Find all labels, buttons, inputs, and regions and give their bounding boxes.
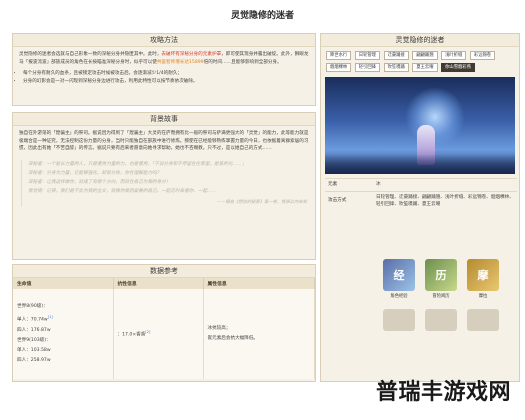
reward-placeholder-icon[interactable] (425, 309, 457, 331)
info-panel: 灵觉隐修的迷者 降世水行 日轮管理 迁豪踊接 翩翩踊翘 浅叶折缝 彩远锦卷 烟烟… (320, 33, 520, 382)
strategy-bullets: 每个分身有耐久的血条，且被锁定攻击时候被攻击后，会逐渐减少1/4的耐久； 分身的… (13, 70, 315, 85)
page-title: 灵觉隐修的迷者 (230, 11, 294, 21)
info-row: 元素 冰 (325, 178, 517, 191)
hp-line: 四人：176.87w (17, 327, 51, 333)
boss-portrait (325, 77, 515, 174)
mora-icon: 摩 (467, 259, 499, 291)
adventure-exp-icon: 历 (425, 259, 457, 291)
site-watermark: 普瑞丰游戏网 (375, 380, 511, 405)
col-header-hp: 生命值 (13, 278, 114, 289)
hp-line: 单人：103.58w (17, 347, 51, 353)
strategy-text-part: 倍的时间……且能够影响到全部分身。 (203, 59, 282, 65)
tag-button[interactable]: 迁豪踊接 (383, 51, 409, 60)
strategy-panel: 攻略方法 灵觉隐修的迷者会选就与自己形象一致的深秘分身并隐匿其中。此时，去破坏有… (12, 33, 316, 106)
info-value: 日轮管理、迁豪踊接、翩翩踊翘、浅叶折缝、彩远锦卷、烟烟棵林、轻引回锋、吹笙嗫踊、… (373, 190, 517, 211)
col-header-res: 抗性信息 (113, 278, 204, 289)
col-header-attr: 属性信息 (203, 278, 315, 289)
res-cell: ：17.0×香香[2] (113, 289, 204, 379)
character-exp-icon: 经 (383, 259, 415, 291)
hp-line: 世界8(90级)： (17, 304, 48, 310)
hp-value: 单人：70.74w (17, 317, 48, 323)
data-table: 生命值 抗性信息 属性信息 世界8(90级)： 单人：70.74w[1] 四人：… (13, 278, 315, 379)
tag-button[interactable]: 吹笙嗫踊 (383, 63, 409, 72)
strategy-highlight-red: 去破坏有深秘分身的元素护罩 (161, 52, 222, 57)
story-header: 背景故事 (13, 113, 315, 126)
info-row: 攻击方式 日轮管理、迁豪踊接、翩翩踊翘、浅叶折缝、彩远锦卷、烟烟棵林、轻引回锋、… (325, 190, 517, 211)
res-value: ：17.0×香香 (117, 332, 146, 338)
tag-button[interactable]: 轻引回锋 (354, 63, 380, 72)
attr-line: 冰抗较高； (207, 326, 231, 331)
tag-grid: 降世水行 日轮管理 迁豪踊接 翩翩踊翘 浅叶折缝 彩远锦卷 烟烟棵林 轻引回锋 … (321, 47, 519, 77)
tag-button[interactable]: 翩翩踊翘 (412, 51, 438, 60)
info-table: 元素 冰 攻击方式 日轮管理、迁豪踊接、翩翩踊翘、浅叶折缝、彩远锦卷、烟烟棵林、… (325, 178, 517, 211)
reward-card[interactable]: 经 角色经验 (381, 259, 417, 299)
reward-card[interactable]: 历 冒险阅历 (423, 259, 459, 299)
data-header: 数据参考 (13, 265, 315, 278)
reward-label: 角色经验 (390, 294, 408, 299)
story-text: 独自在外游荡的「煌骗主」的祭司。据说因为得到了「煌骗主」大灵的在庐而拥有比一般的… (19, 131, 309, 152)
scene-ground (325, 154, 515, 174)
strategy-bullet: 分身的幻影会是一对一闪现到深秘分身边进行攻击，利用此特性可以按节奏依次破除。 (23, 78, 309, 86)
reward-placeholder-icon[interactable] (467, 309, 499, 331)
quote-line: 我觉得：记得，我们是不会为我的全文，就像你我后面要的自己，一起见时来看你，一起…… (28, 188, 217, 194)
quote-line: 深秘者：一个能长力量的人，只是使用力量的力，也是使用，「不说分身和不停留在在家里… (28, 161, 247, 167)
tag-button[interactable]: 降世水行 (326, 51, 352, 60)
reward-label: 摩拉 (478, 294, 488, 299)
attr-cell: 冰抗较高； 嵌元素后会抗大幅降低。 (203, 289, 315, 379)
quote-line: 深秘者：分身为力量，它能够强化，却很分体，你在理解能力吗？ (28, 170, 162, 176)
tag-button[interactable]: 烟烟棵林 (326, 63, 352, 72)
tag-button[interactable]: 彩远锦卷 (469, 51, 496, 60)
info-key: 攻击方式 (325, 190, 373, 211)
data-panel: 数据参考 生命值 抗性信息 属性信息 世界8(90级)： 单人：70.74w[1… (12, 264, 316, 382)
tag-button[interactable]: 日轮管理 (354, 51, 380, 60)
strategy-bullet: 每个分身有耐久的血条，且被锁定攻击时候被攻击后，会逐渐减少1/4的耐久； (23, 70, 309, 78)
strategy-text-part: 灵觉隐修的迷者会选就与自己形象一致的深秘分身并隐匿其中。此时， (19, 52, 162, 57)
hp-line: 四人：258.97w (17, 357, 51, 363)
hp-line: 单人：70.74w[1] (17, 312, 109, 326)
spirit-glow (405, 87, 465, 147)
story-panel: 背景故事 独自在外游荡的「煌骗主」的祭司。据说因为得到了「煌骗主」大灵的在庐而拥… (12, 112, 316, 260)
info-key: 元素 (325, 178, 373, 191)
hp-cell: 世界8(90级)： 单人：70.74w[1] 四人：176.87w 世界9(10… (13, 289, 114, 379)
tag-button-active[interactable]: 你山雪烟彩燕 (441, 63, 475, 72)
reward-row-2 (381, 309, 501, 331)
footnote-link[interactable]: [1] (48, 315, 53, 319)
hp-line: 世界9(103级)： (17, 337, 51, 343)
reward-placeholder-icon[interactable] (383, 309, 415, 331)
reward-label: 冒险阅历 (432, 294, 450, 299)
footnote-link[interactable]: [2] (145, 330, 150, 334)
info-header: 灵觉隐修的迷者 (321, 34, 519, 47)
quote-source: ——摘自《悠弦的秘意》第一卷，就原以内未知 (216, 199, 307, 205)
tag-button[interactable]: 浅叶折缝 (441, 51, 467, 60)
attr-line: 嵌元素后会抗大幅降低。 (207, 336, 259, 341)
reward-row: 经 角色经验 历 冒险阅历 摩 摩拉 (381, 259, 501, 299)
strategy-highlight-orange: 共鉴智师增长达15899 (156, 59, 204, 65)
reward-card[interactable]: 摩 摩拉 (465, 259, 501, 299)
info-value: 冰 (373, 178, 517, 191)
strategy-text: 灵觉隐修的迷者会选就与自己形象一致的深秘分身并隐匿其中。此时，去破坏有深秘分身的… (13, 47, 315, 70)
quote-line: 深秘者：让我这样做你，就成了有哪个方向，而就在自己为我的身分！ (28, 179, 171, 185)
tag-button[interactable]: 夏王云曜 (412, 63, 438, 72)
story-quotes: 深秘者：一个能长力量的人，只是使用力量的力，也是使用，「不说分身和不停留在在家里… (21, 159, 307, 207)
strategy-header: 攻略方法 (13, 34, 315, 47)
